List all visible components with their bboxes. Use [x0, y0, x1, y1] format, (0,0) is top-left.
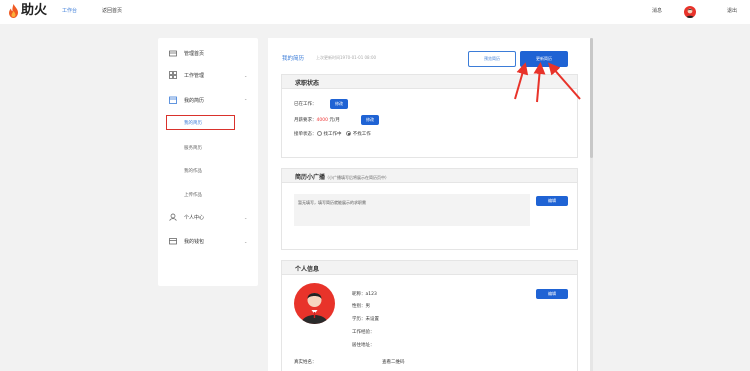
sub-item-upload-works[interactable]: 上传作品 — [184, 192, 202, 198]
section-hint: （小广播填写后将展示在简历页中） — [325, 175, 390, 180]
user-avatar[interactable] — [684, 6, 696, 18]
nickname: 昵称：a123 — [352, 292, 377, 297]
brand-name: 助火 — [21, 3, 48, 18]
personal-info-section: 个人信息 昵称：a123 性别：男 学历：未设置 工作经验： 居住地址： 真实姓… — [281, 260, 578, 371]
preview-resume-button[interactable]: 预览简历 — [468, 51, 516, 67]
radio-label: 找工作中 — [323, 132, 342, 137]
main-panel: 我的简历 上次更新时间1970-01-01 08:00 预览简历 更新简历 求职… — [268, 38, 590, 371]
person-icon — [169, 213, 177, 221]
accept-status-field: 接单状态： 找工作中 不找工作 — [294, 131, 371, 137]
salary-unit: 元/月 — [327, 118, 340, 123]
salary-field: 月薪要求：4000 元/月 — [294, 117, 340, 123]
page-title: 我的简历 — [282, 56, 305, 62]
sub-item-service-resume[interactable]: 服务简历 — [184, 145, 202, 151]
avatar[interactable] — [294, 283, 335, 324]
broadcast-placeholder: 暂无填写，填写简历就能展示的求职需 — [298, 200, 366, 205]
sidebar-item-label: 工作管理 — [184, 72, 205, 79]
section-header: 个人信息 — [282, 261, 577, 275]
sidebar-item-wallet[interactable]: 我的钱包 ⌄ — [158, 232, 258, 250]
section-header: 简历小广播（小广播填写后将展示在简历页中） — [282, 169, 577, 183]
radio-not-seeking[interactable] — [345, 131, 351, 136]
sidebar-item-label: 个人中心 — [184, 214, 205, 221]
wallet-icon — [169, 238, 177, 245]
modify-employed-button[interactable]: 修改 — [330, 99, 348, 109]
scrollbar-thumb[interactable] — [590, 38, 593, 158]
edit-broadcast-button[interactable]: 编辑 — [536, 196, 568, 206]
avatar-person-icon — [686, 8, 694, 18]
broadcast-section: 简历小广播（小广播填写后将展示在简历页中） 暂无填写，填写简历就能展示的求职需 … — [281, 168, 578, 250]
sub-item-my-works[interactable]: 我的作品 — [184, 168, 202, 174]
radio-job-seeking[interactable] — [316, 131, 322, 136]
home-icon — [169, 50, 177, 57]
chevron-down-icon: ⌄ — [244, 72, 248, 78]
work-experience: 工作经验： — [352, 330, 375, 335]
realname-label: 真实姓名： — [294, 360, 317, 365]
section-title: 简历小广播（小广播填写后将展示在简历页中） — [295, 172, 389, 181]
grid-icon — [169, 71, 177, 79]
calendar-icon — [169, 96, 177, 104]
brand-logo[interactable]: 助火 — [8, 3, 47, 19]
sidebar-item-work-manage[interactable]: 工作管理 ⌄ — [158, 66, 258, 84]
nav-message-link[interactable]: 消息 — [652, 7, 662, 15]
top-bar: 助火 工作台 返回首页 消息 退出 — [0, 0, 750, 24]
edit-personal-button[interactable]: 编辑 — [536, 289, 568, 299]
salary-value: 4000 — [316, 118, 328, 123]
sidebar-item-label: 管理首页 — [184, 50, 205, 57]
sidebar: 管理首页 工作管理 ⌄ 我的简历 ⌃ 我的简历 服务简历 我的作品 上传作品 个… — [158, 38, 258, 286]
sidebar-item-personal-center[interactable]: 个人中心 ⌄ — [158, 208, 258, 226]
nav-workbench-link[interactable]: 工作台 — [62, 7, 77, 15]
gender: 性别：男 — [352, 304, 370, 309]
realname-qr-link[interactable]: 查看二维码 — [382, 359, 405, 365]
broadcast-text-box[interactable]: 暂无填写，填写简历就能展示的求职需 — [294, 194, 530, 226]
job-status-section: 求职状态 已在工作： 修改 月薪要求：4000 元/月 修改 接单状态： 找工作中… — [281, 74, 578, 158]
nav-home-link[interactable]: 返回首页 — [102, 7, 122, 15]
chevron-up-icon: ⌃ — [244, 97, 248, 103]
sidebar-item-my-resume[interactable]: 我的简历 ⌃ — [158, 91, 258, 109]
update-resume-button[interactable]: 更新简历 — [520, 51, 568, 67]
section-title: 求职状态 — [295, 80, 320, 87]
section-title: 个人信息 — [295, 266, 320, 273]
education: 学历：未设置 — [352, 317, 379, 322]
radio-label: 不找工作 — [352, 132, 371, 137]
sidebar-item-label: 我的钱包 — [184, 238, 205, 245]
section-header: 求职状态 — [282, 75, 577, 89]
sidebar-item-label: 我的简历 — [184, 97, 205, 104]
chevron-down-icon: ⌄ — [244, 214, 248, 220]
employed-label: 已在工作： — [294, 102, 317, 107]
sub-item-my-resume[interactable]: 我的简历 — [184, 120, 202, 126]
accept-label: 接单状态： — [294, 132, 317, 137]
section-title-text: 简历小广播 — [295, 174, 326, 181]
nav-logout-link[interactable]: 退出 — [727, 7, 737, 15]
flame-icon — [9, 4, 18, 18]
chevron-down-icon: ⌄ — [244, 238, 248, 244]
update-time: 上次更新时间1970-01-01 08:00 — [316, 55, 377, 60]
modify-salary-button[interactable]: 修改 — [361, 115, 379, 125]
sidebar-item-manage-home[interactable]: 管理首页 — [158, 44, 258, 62]
person-avatar-icon — [301, 293, 328, 324]
address: 居住地址： — [352, 343, 375, 348]
salary-label: 月薪要求： — [294, 118, 317, 123]
main-scrollbar[interactable] — [590, 38, 593, 371]
